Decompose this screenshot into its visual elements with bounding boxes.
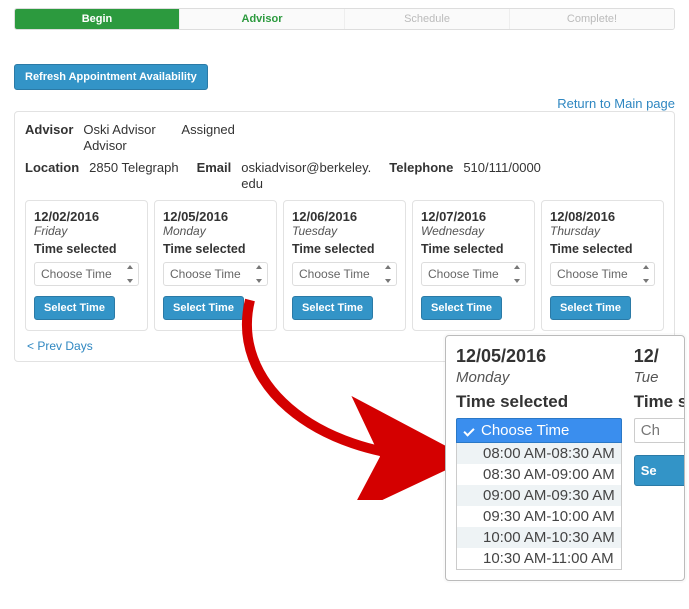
zoom-option[interactable]: 10:00 AM-10:30 AM — [457, 527, 621, 548]
zoom-option[interactable]: 10:30 AM-11:00 AM — [457, 548, 621, 569]
label-telephone: Telephone — [389, 160, 453, 192]
day-cards: 12/02/2016 Friday Time selected Choose T… — [25, 200, 664, 331]
zoom-date: 12/ — [634, 346, 685, 367]
zoom-option[interactable]: 08:30 AM-09:00 AM — [457, 464, 621, 485]
day-dow: Thursday — [550, 224, 655, 238]
time-select[interactable]: Choose Time — [421, 262, 526, 286]
stepper-icon — [643, 265, 651, 283]
time-select-value: Choose Time — [170, 267, 241, 281]
select-time-button[interactable]: Select Time — [163, 296, 244, 320]
time-select[interactable]: Choose Time — [163, 262, 268, 286]
day-dow: Tuesday — [292, 224, 397, 238]
zoom-detail: 12/05/2016 Monday Time selected Choose T… — [445, 335, 685, 581]
stepper-icon — [127, 265, 135, 283]
label-advisor: Advisor — [25, 122, 73, 154]
step-advisor[interactable]: Advisor — [180, 9, 345, 29]
day-date: 12/06/2016 — [292, 209, 397, 224]
time-selected-label: Time selected — [34, 242, 139, 256]
zoom-select-selected[interactable]: Choose Time — [456, 418, 622, 443]
time-select-value: Choose Time — [428, 267, 499, 281]
advisor-row: Advisor Oski Advisor Advisor Assigned — [25, 122, 664, 154]
value-email: oskiadvisor@berkeley.edu — [241, 160, 371, 192]
progress-steps: Begin Advisor Schedule Complete! — [14, 8, 675, 30]
stepper-icon — [514, 265, 522, 283]
select-time-button[interactable]: Select Time — [421, 296, 502, 320]
zoom-option[interactable]: 09:30 AM-10:00 AM — [457, 506, 621, 527]
value-advisor-status: Assigned — [181, 122, 234, 154]
time-select[interactable]: Choose Time — [34, 262, 139, 286]
check-icon — [463, 425, 475, 437]
value-advisor-name: Oski Advisor Advisor — [83, 122, 163, 154]
time-select-value: Choose Time — [299, 267, 370, 281]
select-time-button[interactable]: Select Time — [550, 296, 631, 320]
zoom-select-value: Choose Time — [481, 422, 569, 439]
zoom-second-select[interactable]: Ch — [634, 418, 685, 443]
stepper-icon — [385, 265, 393, 283]
zoom-dow: Monday — [456, 369, 622, 386]
time-select-value: Choose Time — [557, 267, 628, 281]
time-select-value: Choose Time — [41, 267, 112, 281]
zoom-date: 12/05/2016 — [456, 346, 622, 367]
step-begin[interactable]: Begin — [15, 9, 180, 29]
day-card: 12/07/2016 Wednesday Time selected Choos… — [412, 200, 535, 331]
select-time-button[interactable]: Select Time — [34, 296, 115, 320]
value-location: 2850 Telegraph — [89, 160, 178, 192]
refresh-button[interactable]: Refresh Appointment Availability — [14, 64, 208, 90]
zoom-time-selected-label: Time selected — [456, 392, 622, 412]
time-selected-label: Time selected — [292, 242, 397, 256]
label-location: Location — [25, 160, 79, 192]
day-card: 12/02/2016 Friday Time selected Choose T… — [25, 200, 148, 331]
zoom-main-card: 12/05/2016 Monday Time selected Choose T… — [456, 346, 622, 570]
day-dow: Friday — [34, 224, 139, 238]
page-root: Begin Advisor Schedule Complete! Refresh… — [0, 0, 689, 376]
time-selected-label: Time selected — [163, 242, 268, 256]
day-date: 12/02/2016 — [34, 209, 139, 224]
step-complete[interactable]: Complete! — [510, 9, 674, 29]
day-card: 12/06/2016 Tuesday Time selected Choose … — [283, 200, 406, 331]
zoom-second-card: 12/ Tue Time selected Ch Se — [634, 346, 685, 570]
select-time-button[interactable]: Select Time — [292, 296, 373, 320]
stepper-icon — [256, 265, 264, 283]
day-date: 12/05/2016 — [163, 209, 268, 224]
time-selected-label: Time selected — [550, 242, 655, 256]
advisor-panel: Advisor Oski Advisor Advisor Assigned Lo… — [14, 111, 675, 362]
step-schedule[interactable]: Schedule — [345, 9, 510, 29]
time-select[interactable]: Choose Time — [550, 262, 655, 286]
contact-row: Location 2850 Telegraph Email oskiadviso… — [25, 160, 664, 192]
day-card: 12/08/2016 Thursday Time selected Choose… — [541, 200, 664, 331]
day-date: 12/08/2016 — [550, 209, 655, 224]
zoom-dow: Tue — [634, 369, 685, 386]
day-card: 12/05/2016 Monday Time selected Choose T… — [154, 200, 277, 331]
zoom-option-list[interactable]: 08:00 AM-08:30 AM 08:30 AM-09:00 AM 09:0… — [456, 443, 622, 570]
zoom-second-select-btn[interactable]: Se — [634, 455, 685, 486]
day-dow: Wednesday — [421, 224, 526, 238]
return-link[interactable]: Return to Main page — [557, 96, 675, 111]
zoom-time-selected-label: Time selected — [634, 392, 685, 412]
day-date: 12/07/2016 — [421, 209, 526, 224]
value-telephone: 510/111/0000 — [463, 160, 541, 192]
zoom-option[interactable]: 09:00 AM-09:30 AM — [457, 485, 621, 506]
time-selected-label: Time selected — [421, 242, 526, 256]
time-select[interactable]: Choose Time — [292, 262, 397, 286]
zoom-option[interactable]: 08:00 AM-08:30 AM — [457, 443, 621, 464]
label-email: Email — [197, 160, 232, 192]
day-dow: Monday — [163, 224, 268, 238]
